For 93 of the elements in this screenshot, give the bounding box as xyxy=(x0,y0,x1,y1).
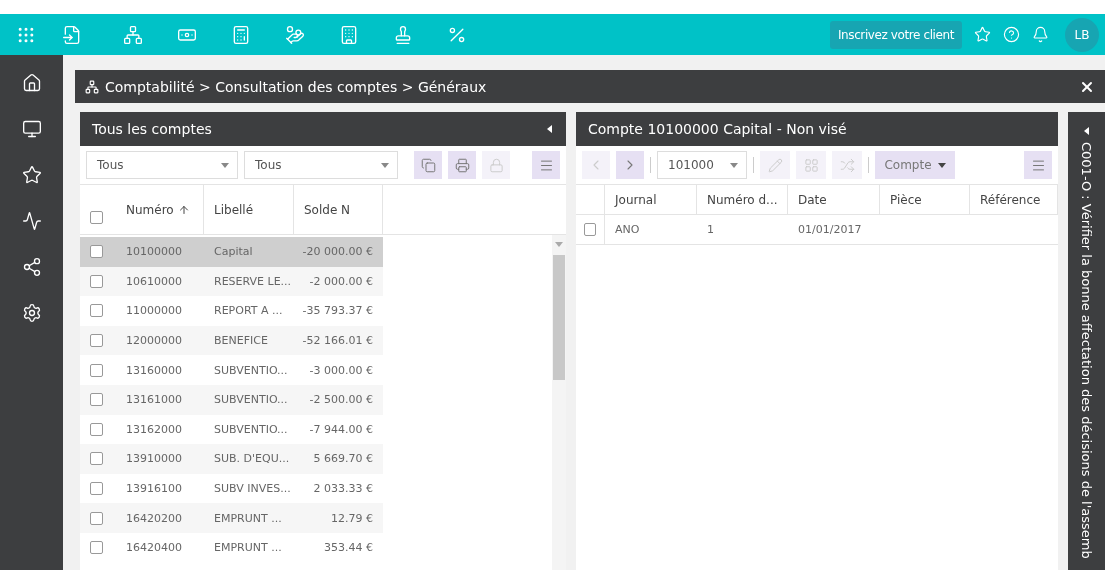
caret-icon xyxy=(555,239,563,249)
account-select[interactable]: 101000 xyxy=(657,151,747,179)
column-header[interactable]: Référence xyxy=(970,185,1058,215)
menu-icon xyxy=(1030,157,1046,173)
menu-button[interactable] xyxy=(1024,151,1052,179)
row-select-cell[interactable] xyxy=(80,237,116,267)
checkbox[interactable] xyxy=(90,274,103,288)
table-cell: -2 000.00 € xyxy=(294,266,383,297)
share-icon xyxy=(21,257,42,277)
table-cell: -20 000.00 € xyxy=(294,237,383,267)
checkbox[interactable] xyxy=(90,541,103,555)
collapse-icon[interactable] xyxy=(1082,126,1091,136)
filter-select[interactable]: Tous xyxy=(86,151,238,179)
column-header[interactable]: Numéro d... xyxy=(697,185,788,215)
chart-icon xyxy=(21,211,42,231)
row-select-cell[interactable] xyxy=(80,384,116,415)
row-select-cell[interactable] xyxy=(80,266,116,297)
tool-button[interactable] xyxy=(532,151,560,179)
checkbox[interactable] xyxy=(90,334,103,348)
nav-button[interactable] xyxy=(616,151,644,179)
scrollbar[interactable] xyxy=(552,235,566,570)
column-header[interactable]: Pièce xyxy=(880,185,970,215)
table-cell: 12.79 € xyxy=(294,503,383,533)
copy-icon xyxy=(420,157,436,173)
breadcrumb: Comptabilité > Consultation des comptes > Généraux xyxy=(105,78,487,95)
calculator-icon xyxy=(231,24,251,45)
table-cell: 10100000 xyxy=(116,237,204,267)
panel-title: Tous les comptes xyxy=(92,121,212,137)
table-cell: EMPRUNT ... xyxy=(204,503,294,533)
stamp-icon xyxy=(393,24,413,45)
settings-icon xyxy=(21,303,42,323)
collapse-icon[interactable] xyxy=(546,124,554,134)
checkbox[interactable] xyxy=(90,304,103,318)
hand-coins-icon xyxy=(285,24,305,45)
lock-icon xyxy=(488,157,504,173)
caret-icon xyxy=(937,160,946,170)
help-icon xyxy=(1003,26,1020,43)
table-cell: -2 500.00 € xyxy=(294,384,383,415)
home-icon xyxy=(21,73,42,93)
document-icon xyxy=(62,24,82,45)
checkbox[interactable] xyxy=(90,393,103,407)
caret-icon xyxy=(381,160,389,170)
screen-icon xyxy=(21,119,42,139)
table-cell: 10610000 xyxy=(116,266,204,297)
column-header[interactable]: Journal xyxy=(605,185,697,215)
caret-icon xyxy=(730,160,738,170)
table-cell: SUBVENTIO... xyxy=(204,384,294,415)
column-header[interactable]: Date xyxy=(788,185,880,215)
table-cell: -52 166.01 € xyxy=(294,325,383,356)
checkbox[interactable] xyxy=(90,452,103,466)
row-select-cell[interactable] xyxy=(80,503,116,533)
table-cell: ANO xyxy=(605,215,697,245)
row-select-cell[interactable] xyxy=(80,444,116,474)
tool-button[interactable] xyxy=(448,151,476,179)
table-cell: BENEFICE xyxy=(204,325,294,356)
shuffle-icon xyxy=(839,157,855,173)
printer-icon xyxy=(454,157,470,173)
tool-button[interactable] xyxy=(414,151,442,179)
column-header[interactable]: Libellé xyxy=(204,185,294,235)
checkbox[interactable] xyxy=(584,223,596,236)
table-cell: 13910000 xyxy=(116,444,204,474)
layout-icon xyxy=(803,157,819,173)
row-select-cell[interactable] xyxy=(80,325,116,356)
star-icon xyxy=(974,26,991,43)
table-cell: 5 669.70 € xyxy=(294,444,383,474)
network-icon xyxy=(123,24,143,45)
pencil-icon xyxy=(767,157,783,173)
checkbox[interactable] xyxy=(90,211,103,224)
checkbox[interactable] xyxy=(90,511,103,525)
table-cell: Capital xyxy=(204,237,294,267)
bell-icon xyxy=(1032,26,1049,43)
building-icon xyxy=(339,24,359,45)
table-cell: 12000000 xyxy=(116,325,204,356)
caret-icon xyxy=(221,160,229,170)
panel-title: Compte 10100000 Capital - Non visé xyxy=(588,121,847,137)
checkbox[interactable] xyxy=(90,245,103,259)
side-note: C001-O : Vérifier la bonne affectation des décisions de l'assemb xyxy=(1079,142,1094,559)
checkbox[interactable] xyxy=(90,482,103,496)
table-cell: 13161000 xyxy=(116,384,204,415)
table-cell: 1 xyxy=(697,215,788,245)
view-dropdown-button[interactable]: Compte xyxy=(875,151,955,179)
table-cell: SUB. D'EQU... xyxy=(204,444,294,474)
checkbox[interactable] xyxy=(90,363,103,377)
checkbox[interactable] xyxy=(90,422,103,436)
menu-icon xyxy=(538,157,554,173)
table-cell: 16420200 xyxy=(116,503,204,533)
table-cell: RESERVE LE... xyxy=(204,266,294,297)
star-icon xyxy=(21,165,42,185)
filter-select[interactable]: Tous xyxy=(244,151,398,179)
table-cell: 01/01/2017 xyxy=(788,215,880,245)
network-icon xyxy=(85,79,99,94)
column-header[interactable]: Solde N xyxy=(294,185,383,235)
column-header[interactable]: Numéro xyxy=(116,185,204,235)
